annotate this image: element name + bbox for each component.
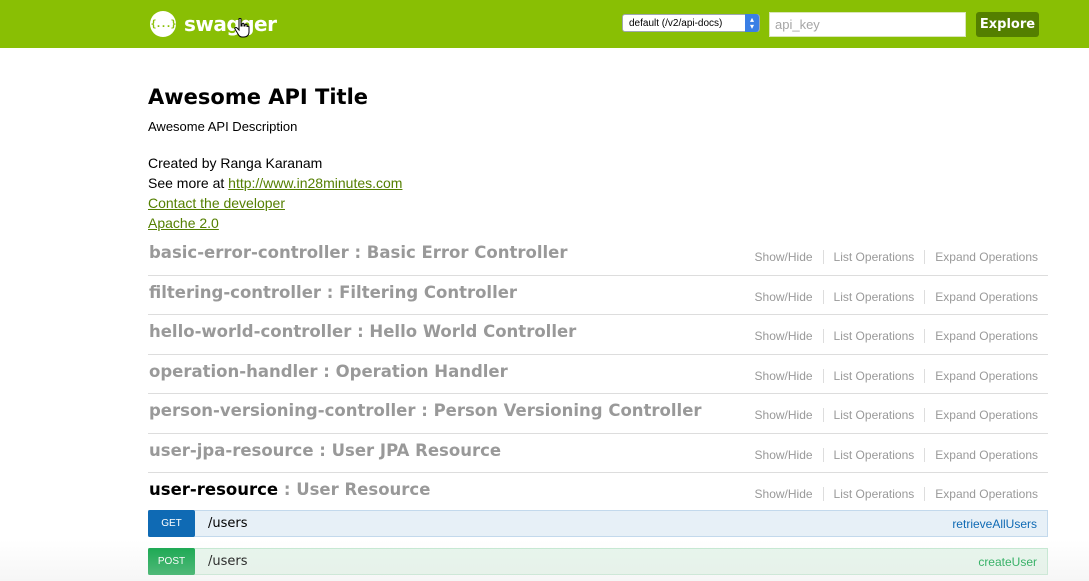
operation-get-users[interactable]: GET /users retrieveAllUsers: [148, 510, 1048, 537]
created-by: Created by Ranga Karanam: [148, 155, 323, 171]
list-operations-link[interactable]: List Operations: [824, 447, 926, 462]
expand-operations-link[interactable]: Expand Operations: [925, 369, 1038, 383]
resource-filtering-controller: filtering-controller : Filtering Control…: [148, 276, 1048, 315]
hand-cursor-icon: [234, 18, 250, 38]
resource-operation-handler: operation-handler : Operation Handler Sh…: [148, 355, 1048, 394]
expand-operations-link[interactable]: Expand Operations: [925, 329, 1038, 343]
see-more-line: See more at http://www.in28minutes.com: [148, 173, 1048, 193]
method-badge[interactable]: POST: [148, 548, 195, 575]
api-title: Awesome API Title: [148, 85, 369, 109]
explore-button[interactable]: Explore: [976, 12, 1039, 37]
show-hide-link[interactable]: Show/Hide: [745, 368, 824, 383]
swagger-logo-text: swagger: [184, 12, 277, 36]
spec-select-value: default (/v2/api-docs): [629, 17, 723, 29]
operation-path[interactable]: /users: [208, 554, 248, 569]
header-bar: {...} swagger default (/v2/api-docs) ▴ ▾ …: [0, 0, 1089, 48]
website-link[interactable]: http://www.in28minutes.com: [228, 175, 402, 191]
resource-basic-error-controller: basic-error-controller : Basic Error Con…: [148, 236, 1048, 276]
list-operations-link[interactable]: List Operations: [824, 289, 926, 304]
resource-person-versioning-controller: person-versioning-controller : Person Ve…: [148, 394, 1048, 434]
show-hide-link[interactable]: Show/Hide: [745, 487, 824, 501]
expand-operations-link[interactable]: Expand Operations: [925, 290, 1038, 304]
operation-path[interactable]: /users: [208, 516, 248, 531]
resource-user-resource: user-resource : User Resource Show/Hide …: [148, 473, 1048, 513]
list-operations-link[interactable]: List Operations: [824, 329, 926, 343]
show-hide-link[interactable]: Show/Hide: [745, 329, 824, 343]
list-operations-link[interactable]: List Operations: [824, 368, 926, 383]
see-more-prefix: See more at: [148, 175, 229, 191]
contact-developer-link[interactable]: Contact the developer: [148, 195, 285, 211]
expand-operations-link[interactable]: Expand Operations: [925, 408, 1038, 422]
resource-heading[interactable]: filtering-controller : Filtering Control…: [149, 283, 517, 302]
method-badge[interactable]: GET: [148, 510, 195, 537]
expand-operations-link[interactable]: Expand Operations: [925, 487, 1038, 501]
resource-heading[interactable]: operation-handler : Operation Handler: [149, 362, 508, 381]
resource-heading[interactable]: user-resource : User Resource: [149, 480, 430, 499]
select-arrows-icon: ▴ ▾: [745, 14, 759, 32]
operation-post-users[interactable]: POST /users createUser: [148, 548, 1048, 575]
show-hide-link[interactable]: Show/Hide: [745, 250, 824, 264]
resource-heading[interactable]: user-jpa-resource : User JPA Resource: [149, 441, 501, 460]
list-operations-link[interactable]: List Operations: [824, 487, 926, 501]
license-link[interactable]: Apache 2.0: [148, 215, 219, 231]
expand-operations-link[interactable]: Expand Operations: [925, 250, 1038, 264]
show-hide-link[interactable]: Show/Hide: [745, 289, 824, 304]
api-info: Awesome API Title Awesome API Descriptio…: [148, 84, 1048, 233]
show-hide-link[interactable]: Show/Hide: [745, 447, 824, 462]
swagger-logo-icon: {...}: [150, 11, 177, 37]
list-operations-link[interactable]: List Operations: [824, 250, 926, 264]
resource-heading[interactable]: person-versioning-controller : Person Ve…: [149, 401, 702, 420]
list-operations-link[interactable]: List Operations: [824, 408, 926, 422]
expand-operations-link[interactable]: Expand Operations: [925, 448, 1038, 462]
resource-heading[interactable]: hello-world-controller : Hello World Con…: [149, 322, 576, 341]
resource-hello-world-controller: hello-world-controller : Hello World Con…: [148, 315, 1048, 355]
operation-nickname[interactable]: createUser: [978, 555, 1037, 569]
api-key-input[interactable]: [769, 12, 966, 37]
spec-select[interactable]: default (/v2/api-docs) ▴ ▾: [622, 14, 760, 32]
resource-list: basic-error-controller : Basic Error Con…: [148, 236, 1048, 513]
resource-user-jpa-resource: user-jpa-resource : User JPA Resource Sh…: [148, 434, 1048, 473]
api-description: Awesome API Description: [148, 119, 298, 134]
show-hide-link[interactable]: Show/Hide: [745, 408, 824, 422]
resource-heading[interactable]: basic-error-controller : Basic Error Con…: [149, 243, 567, 262]
swagger-logo[interactable]: {...} swagger: [150, 10, 277, 38]
operation-nickname[interactable]: retrieveAllUsers: [952, 517, 1037, 531]
